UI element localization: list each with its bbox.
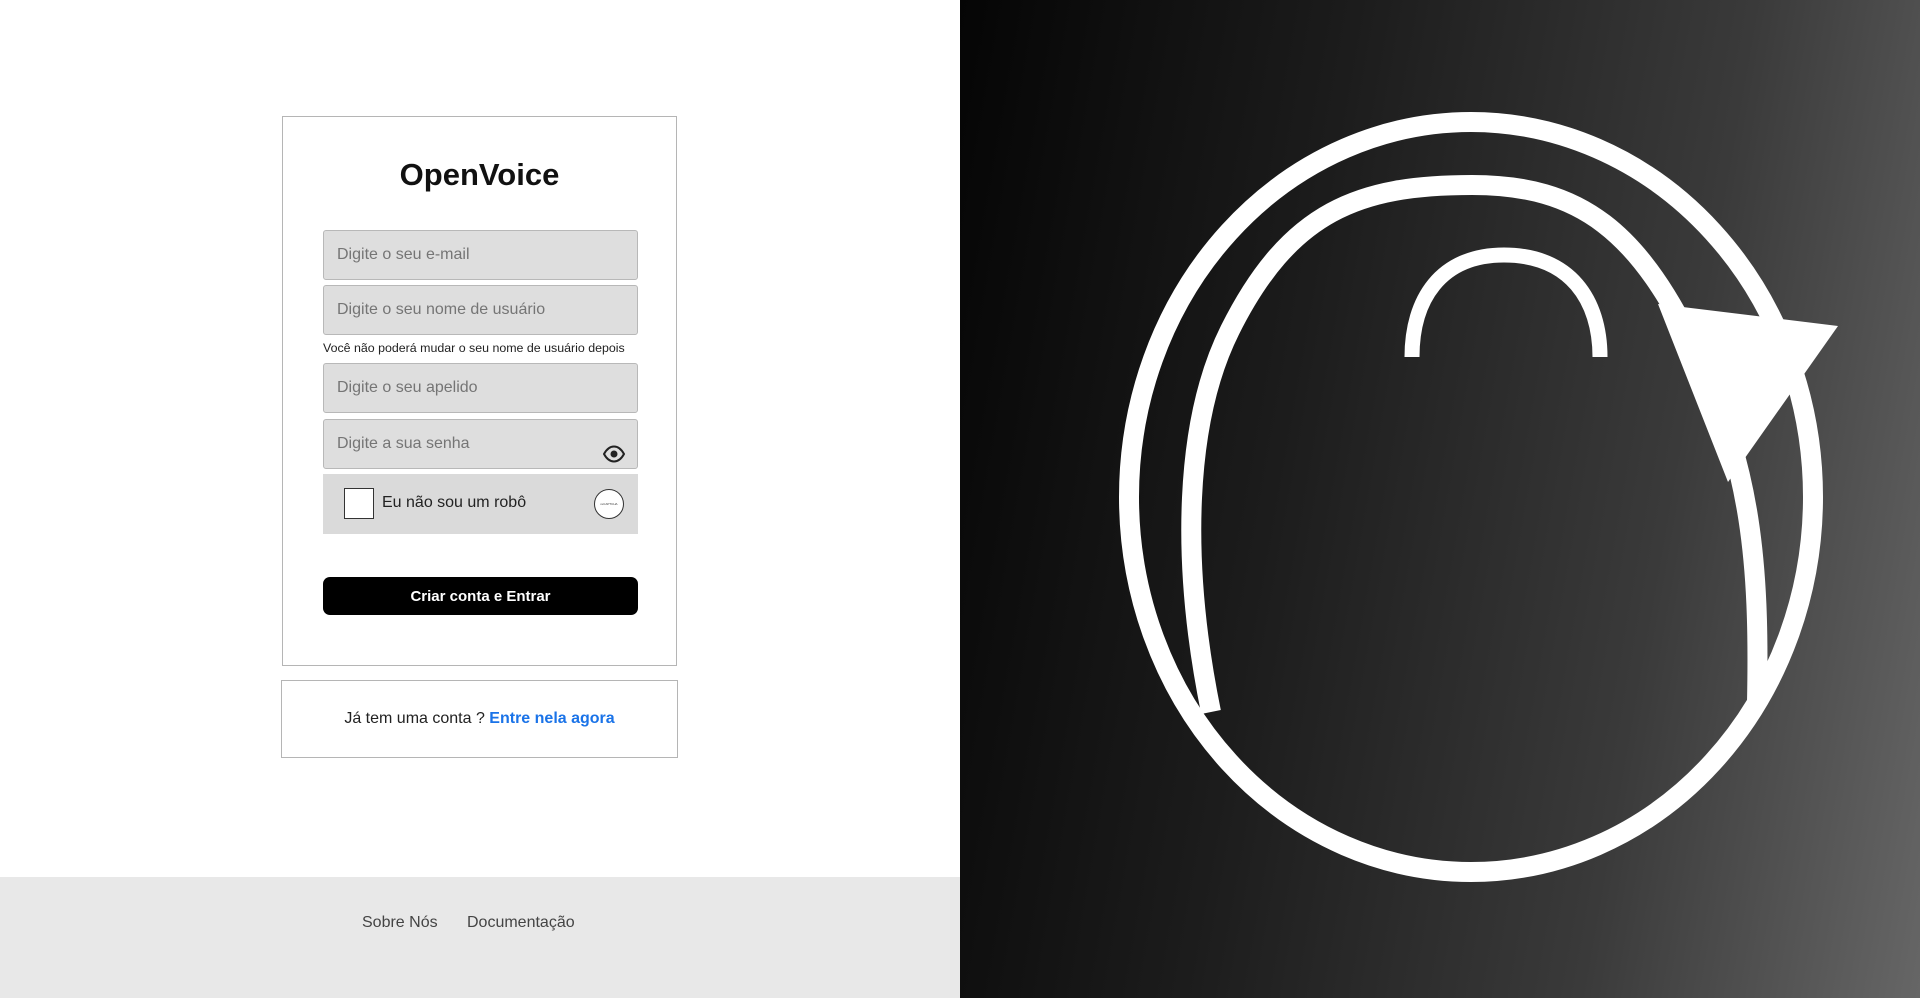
login-prompt-text: Já tem uma conta ? xyxy=(344,710,490,727)
captcha-logo-icon: reCAPTCHA xyxy=(594,489,624,519)
captcha-widget: Eu não sou um robô reCAPTCHA xyxy=(323,474,638,534)
captcha-checkbox[interactable] xyxy=(344,488,374,519)
email-input[interactable] xyxy=(323,230,638,280)
signup-card: OpenVoice Você não poderá mudar o seu no… xyxy=(282,116,677,666)
nickname-input[interactable] xyxy=(323,363,638,413)
captcha-label: Eu não sou um robô xyxy=(382,494,527,511)
login-prompt-card: Já tem uma conta ? Entre nela agora xyxy=(281,680,678,758)
openvoice-logo-icon xyxy=(1119,112,1838,882)
captcha-logo-text: reCAPTCHA xyxy=(600,502,618,506)
username-hint: Você não poderá mudar o seu nome de usuá… xyxy=(323,341,625,355)
app-title: OpenVoice xyxy=(399,157,560,192)
create-account-button[interactable]: Criar conta e Entrar xyxy=(323,577,638,615)
eye-icon[interactable] xyxy=(602,435,626,463)
password-input[interactable] xyxy=(324,420,637,468)
footer-docs-link[interactable]: Documentação xyxy=(467,914,575,932)
footer-about-link[interactable]: Sobre Nós xyxy=(362,914,438,932)
username-input[interactable] xyxy=(323,285,638,335)
password-field[interactable] xyxy=(323,419,638,469)
signup-pane: OpenVoice Você não poderá mudar o seu no… xyxy=(0,0,960,998)
footer: Sobre Nós Documentação xyxy=(0,877,960,998)
hero-panel xyxy=(960,0,1920,998)
login-link[interactable]: Entre nela agora xyxy=(489,710,614,727)
